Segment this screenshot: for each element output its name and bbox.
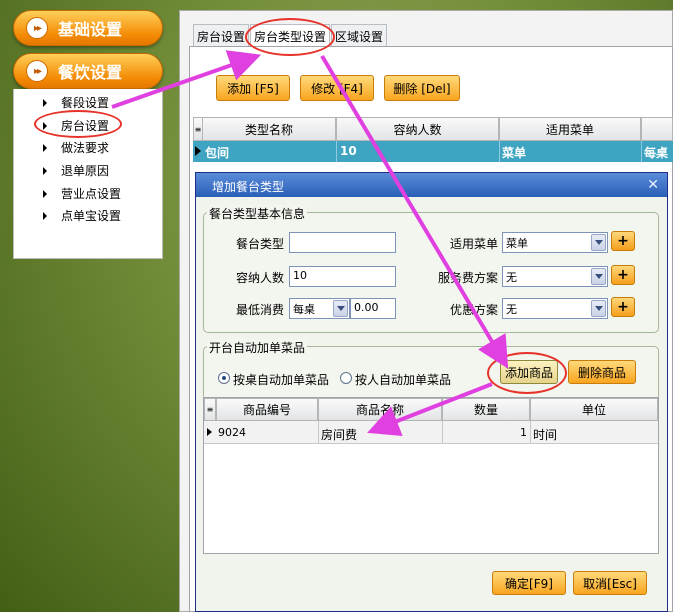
annotation-arrow bbox=[367, 382, 493, 437]
annotation-arrow bbox=[111, 50, 262, 109]
annotation-arrow bbox=[320, 54, 509, 369]
annotation-arrows bbox=[111, 50, 509, 437]
